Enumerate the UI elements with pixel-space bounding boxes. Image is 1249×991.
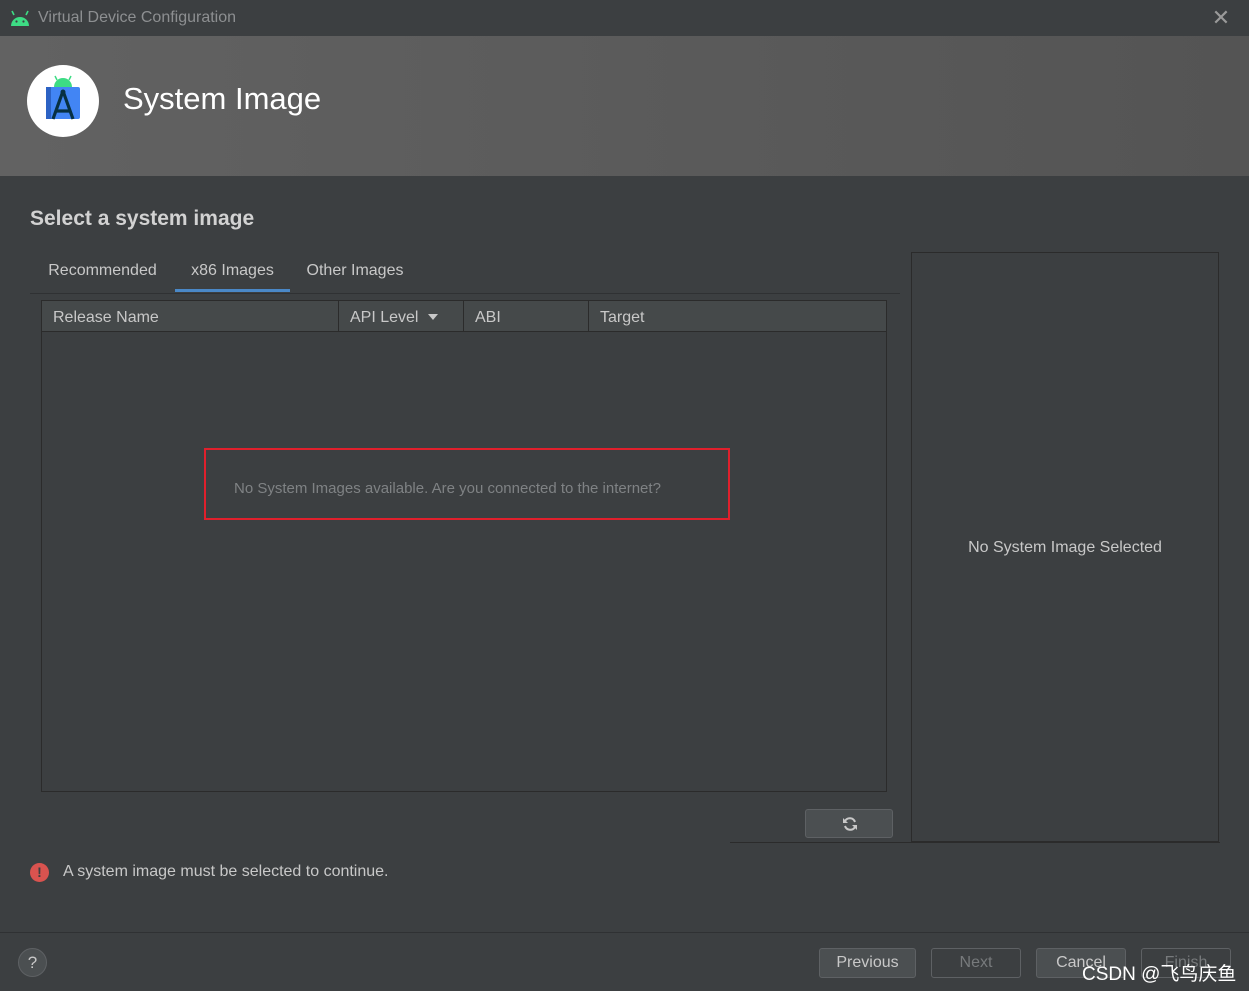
tab-other-images[interactable]: Other Images <box>290 253 420 291</box>
system-image-table[interactable]: Release Name API Level ABI Target No Sys… <box>41 300 887 792</box>
tab-x86-images[interactable]: x86 Images <box>175 253 290 292</box>
android-studio-logo <box>27 65 99 137</box>
footer-divider <box>0 932 1249 933</box>
android-icon <box>11 10 29 26</box>
tab-recommended[interactable]: Recommended <box>30 253 175 291</box>
empty-table-message: No System Images available. Are you conn… <box>234 480 661 497</box>
column-abi[interactable]: ABI <box>464 301 589 331</box>
column-api-level[interactable]: API Level <box>339 301 464 331</box>
window-title: Virtual Device Configuration <box>38 9 237 26</box>
column-release-name[interactable]: Release Name <box>42 301 339 331</box>
image-detail-panel: No System Image Selected <box>911 252 1219 842</box>
watermark: CSDN @飞鸟庆鱼 <box>1082 964 1237 985</box>
refresh-icon <box>843 817 857 831</box>
android-studio-icon <box>46 75 80 120</box>
error-icon: ! <box>30 863 49 882</box>
title-bar: Virtual Device Configuration ✕ <box>0 0 1249 36</box>
column-target[interactable]: Target <box>589 301 886 331</box>
wizard-header: System Image <box>0 36 1249 176</box>
divider <box>730 842 1220 843</box>
image-tabs: Recommended x86 Images Other Images <box>30 253 900 294</box>
no-selection-text: No System Image Selected <box>968 539 1162 556</box>
empty-table-highlight: No System Images available. Are you conn… <box>204 448 730 520</box>
close-icon[interactable]: ✕ <box>1209 6 1233 30</box>
error-message: A system image must be selected to conti… <box>63 863 389 880</box>
help-button[interactable]: ? <box>18 948 47 977</box>
page-header-title: System Image <box>123 81 322 116</box>
previous-button[interactable]: Previous <box>819 948 916 978</box>
sort-descending-icon <box>428 314 439 320</box>
refresh-button[interactable] <box>805 809 893 838</box>
table-header: Release Name API Level ABI Target <box>42 301 886 332</box>
section-title: Select a system image <box>30 207 255 230</box>
next-button[interactable]: Next <box>931 948 1021 978</box>
